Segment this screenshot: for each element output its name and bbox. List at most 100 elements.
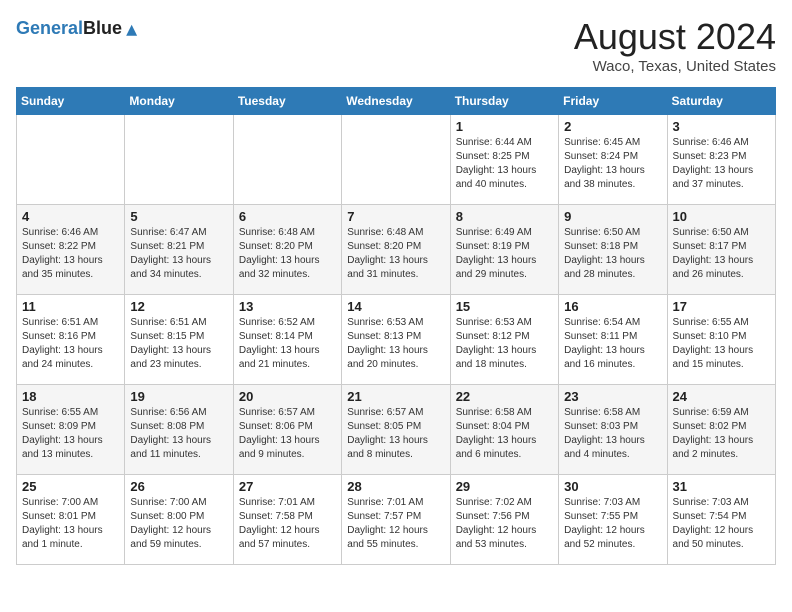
day-info: Sunrise: 6:50 AM Sunset: 8:18 PM Dayligh…	[564, 226, 661, 282]
calendar-cell: 13Sunrise: 6:52 AM Sunset: 8:14 PM Dayli…	[233, 295, 341, 385]
calendar-cell: 24 Sunrise: 6:59 AM Sunset: 8:02 PM Dayli…	[667, 385, 775, 475]
calendar-cell: 5 Sunrise: 6:47 AM Sunset: 8:21 PM Daylig…	[125, 205, 233, 295]
calendar-cell: 27 Sunrise: 7:01 AM Sunset: 7:58 PM Dayli…	[233, 475, 341, 565]
calendar-cell: 25Sunrise: 7:00 AM Sunset: 8:01 PM Dayli…	[17, 475, 125, 565]
calendar-cell: 28 Sunrise: 7:01 AM Sunset: 7:57 PM Dayli…	[342, 475, 450, 565]
logo-bird-icon: ▴	[126, 16, 137, 42]
day-info: Sunrise: 6:59 AM Sunset: 8:02 PM Dayligh…	[673, 406, 770, 462]
day-info: Sunrise: 6:45 AM Sunset: 8:24 PM Dayligh…	[564, 136, 661, 192]
day-number: 28	[347, 479, 444, 494]
day-info: Sunrise: 6:51 AM Sunset: 8:16 PM Dayligh…	[22, 316, 119, 372]
day-info: Sunrise: 7:02 AM Sunset: 7:56 PM Dayligh…	[456, 496, 553, 552]
day-info: Sunrise: 6:56 AM Sunset: 8:08 PM Dayligh…	[130, 406, 227, 462]
calendar-cell: 8 Sunrise: 6:49 AM Sunset: 8:19 PM Daylig…	[450, 205, 558, 295]
day-number: 19	[130, 389, 227, 404]
day-info: Sunrise: 7:00 AM Sunset: 8:01 PM Dayligh…	[22, 496, 119, 552]
day-info: Sunrise: 6:53 AM Sunset: 8:13 PM Dayligh…	[347, 316, 444, 372]
calendar-cell: 11 Sunrise: 6:51 AM Sunset: 8:16 PM Dayli…	[17, 295, 125, 385]
logo-text: GeneralBlue	[16, 18, 122, 40]
day-info: Sunrise: 6:47 AM Sunset: 8:21 PM Dayligh…	[130, 226, 227, 282]
day-info: Sunrise: 6:55 AM Sunset: 8:09 PM Dayligh…	[22, 406, 119, 462]
calendar-week-row: 11 Sunrise: 6:51 AM Sunset: 8:16 PM Dayli…	[17, 295, 776, 385]
day-info: Sunrise: 7:03 AM Sunset: 7:54 PM Dayligh…	[673, 496, 770, 552]
calendar-week-row: 18Sunrise: 6:55 AM Sunset: 8:09 PM Dayli…	[17, 385, 776, 475]
calendar-cell: 26 Sunrise: 7:00 AM Sunset: 8:00 PM Dayli…	[125, 475, 233, 565]
column-header-friday: Friday	[559, 88, 667, 115]
column-header-tuesday: Tuesday	[233, 88, 341, 115]
day-number: 8	[456, 209, 553, 224]
day-info: Sunrise: 6:54 AM Sunset: 8:11 PM Dayligh…	[564, 316, 661, 372]
calendar-cell: 16 Sunrise: 6:54 AM Sunset: 8:11 PM Dayli…	[559, 295, 667, 385]
day-number: 30	[564, 479, 661, 494]
day-number: 15	[456, 299, 553, 314]
day-info: Sunrise: 7:03 AM Sunset: 7:55 PM Dayligh…	[564, 496, 661, 552]
location-subtitle: Waco, Texas, United States	[574, 58, 776, 75]
day-info: Sunrise: 6:50 AM Sunset: 8:17 PM Dayligh…	[673, 226, 770, 282]
calendar-cell: 12Sunrise: 6:51 AM Sunset: 8:15 PM Dayli…	[125, 295, 233, 385]
logo: GeneralBlue ▴	[16, 16, 137, 42]
day-number: 5	[130, 209, 227, 224]
calendar-cell	[125, 115, 233, 205]
calendar-cell	[17, 115, 125, 205]
calendar-cell: 29 Sunrise: 7:02 AM Sunset: 7:56 PM Dayli…	[450, 475, 558, 565]
day-number: 11	[22, 299, 119, 314]
day-number: 24	[673, 389, 770, 404]
calendar-week-row: 4 Sunrise: 6:46 AM Sunset: 8:22 PM Daylig…	[17, 205, 776, 295]
day-number: 13	[239, 299, 336, 314]
day-info: Sunrise: 7:01 AM Sunset: 7:57 PM Dayligh…	[347, 496, 444, 552]
day-number: 16	[564, 299, 661, 314]
day-number: 2	[564, 119, 661, 134]
calendar-cell: 1 Sunrise: 6:44 AM Sunset: 8:25 PM Daylig…	[450, 115, 558, 205]
calendar-cell: 3Sunrise: 6:46 AM Sunset: 8:23 PM Daylig…	[667, 115, 775, 205]
day-number: 10	[673, 209, 770, 224]
title-block: August 2024 Waco, Texas, United States	[574, 16, 776, 75]
day-number: 21	[347, 389, 444, 404]
calendar-cell	[233, 115, 341, 205]
day-number: 9	[564, 209, 661, 224]
calendar-cell: 4 Sunrise: 6:46 AM Sunset: 8:22 PM Daylig…	[17, 205, 125, 295]
calendar-cell: 21 Sunrise: 6:57 AM Sunset: 8:05 PM Dayli…	[342, 385, 450, 475]
calendar-week-row: 1 Sunrise: 6:44 AM Sunset: 8:25 PM Daylig…	[17, 115, 776, 205]
calendar-cell	[342, 115, 450, 205]
calendar-cell: 10 Sunrise: 6:50 AM Sunset: 8:17 PM Dayli…	[667, 205, 775, 295]
day-info: Sunrise: 7:00 AM Sunset: 8:00 PM Dayligh…	[130, 496, 227, 552]
day-info: Sunrise: 6:58 AM Sunset: 8:04 PM Dayligh…	[456, 406, 553, 462]
day-number: 12	[130, 299, 227, 314]
day-info: Sunrise: 6:44 AM Sunset: 8:25 PM Dayligh…	[456, 136, 553, 192]
day-number: 29	[456, 479, 553, 494]
day-number: 6	[239, 209, 336, 224]
day-number: 7	[347, 209, 444, 224]
day-number: 23	[564, 389, 661, 404]
day-number: 22	[456, 389, 553, 404]
month-year-title: August 2024	[574, 16, 776, 58]
day-number: 20	[239, 389, 336, 404]
day-info: Sunrise: 6:57 AM Sunset: 8:05 PM Dayligh…	[347, 406, 444, 462]
calendar-week-row: 25Sunrise: 7:00 AM Sunset: 8:01 PM Dayli…	[17, 475, 776, 565]
day-number: 14	[347, 299, 444, 314]
day-info: Sunrise: 7:01 AM Sunset: 7:58 PM Dayligh…	[239, 496, 336, 552]
page-header: GeneralBlue ▴ August 2024 Waco, Texas, U…	[16, 16, 776, 75]
calendar-cell: 17Sunrise: 6:55 AM Sunset: 8:10 PM Dayli…	[667, 295, 775, 385]
day-info: Sunrise: 6:49 AM Sunset: 8:19 PM Dayligh…	[456, 226, 553, 282]
calendar-cell: 22 Sunrise: 6:58 AM Sunset: 8:04 PM Dayli…	[450, 385, 558, 475]
day-number: 17	[673, 299, 770, 314]
column-header-wednesday: Wednesday	[342, 88, 450, 115]
day-number: 27	[239, 479, 336, 494]
calendar-cell: 7 Sunrise: 6:48 AM Sunset: 8:20 PM Daylig…	[342, 205, 450, 295]
calendar-cell: 9 Sunrise: 6:50 AM Sunset: 8:18 PM Daylig…	[559, 205, 667, 295]
day-number: 26	[130, 479, 227, 494]
calendar-cell: 15Sunrise: 6:53 AM Sunset: 8:12 PM Dayli…	[450, 295, 558, 385]
calendar-cell: 14 Sunrise: 6:53 AM Sunset: 8:13 PM Dayli…	[342, 295, 450, 385]
calendar-cell: 2 Sunrise: 6:45 AM Sunset: 8:24 PM Daylig…	[559, 115, 667, 205]
calendar-table: SundayMondayTuesdayWednesdayThursdayFrid…	[16, 87, 776, 565]
day-info: Sunrise: 6:46 AM Sunset: 8:22 PM Dayligh…	[22, 226, 119, 282]
day-number: 4	[22, 209, 119, 224]
column-header-thursday: Thursday	[450, 88, 558, 115]
day-number: 31	[673, 479, 770, 494]
day-info: Sunrise: 6:57 AM Sunset: 8:06 PM Dayligh…	[239, 406, 336, 462]
day-info: Sunrise: 6:48 AM Sunset: 8:20 PM Dayligh…	[347, 226, 444, 282]
calendar-cell: 19 Sunrise: 6:56 AM Sunset: 8:08 PM Dayli…	[125, 385, 233, 475]
day-number: 1	[456, 119, 553, 134]
calendar-cell: 18Sunrise: 6:55 AM Sunset: 8:09 PM Dayli…	[17, 385, 125, 475]
day-info: Sunrise: 6:48 AM Sunset: 8:20 PM Dayligh…	[239, 226, 336, 282]
